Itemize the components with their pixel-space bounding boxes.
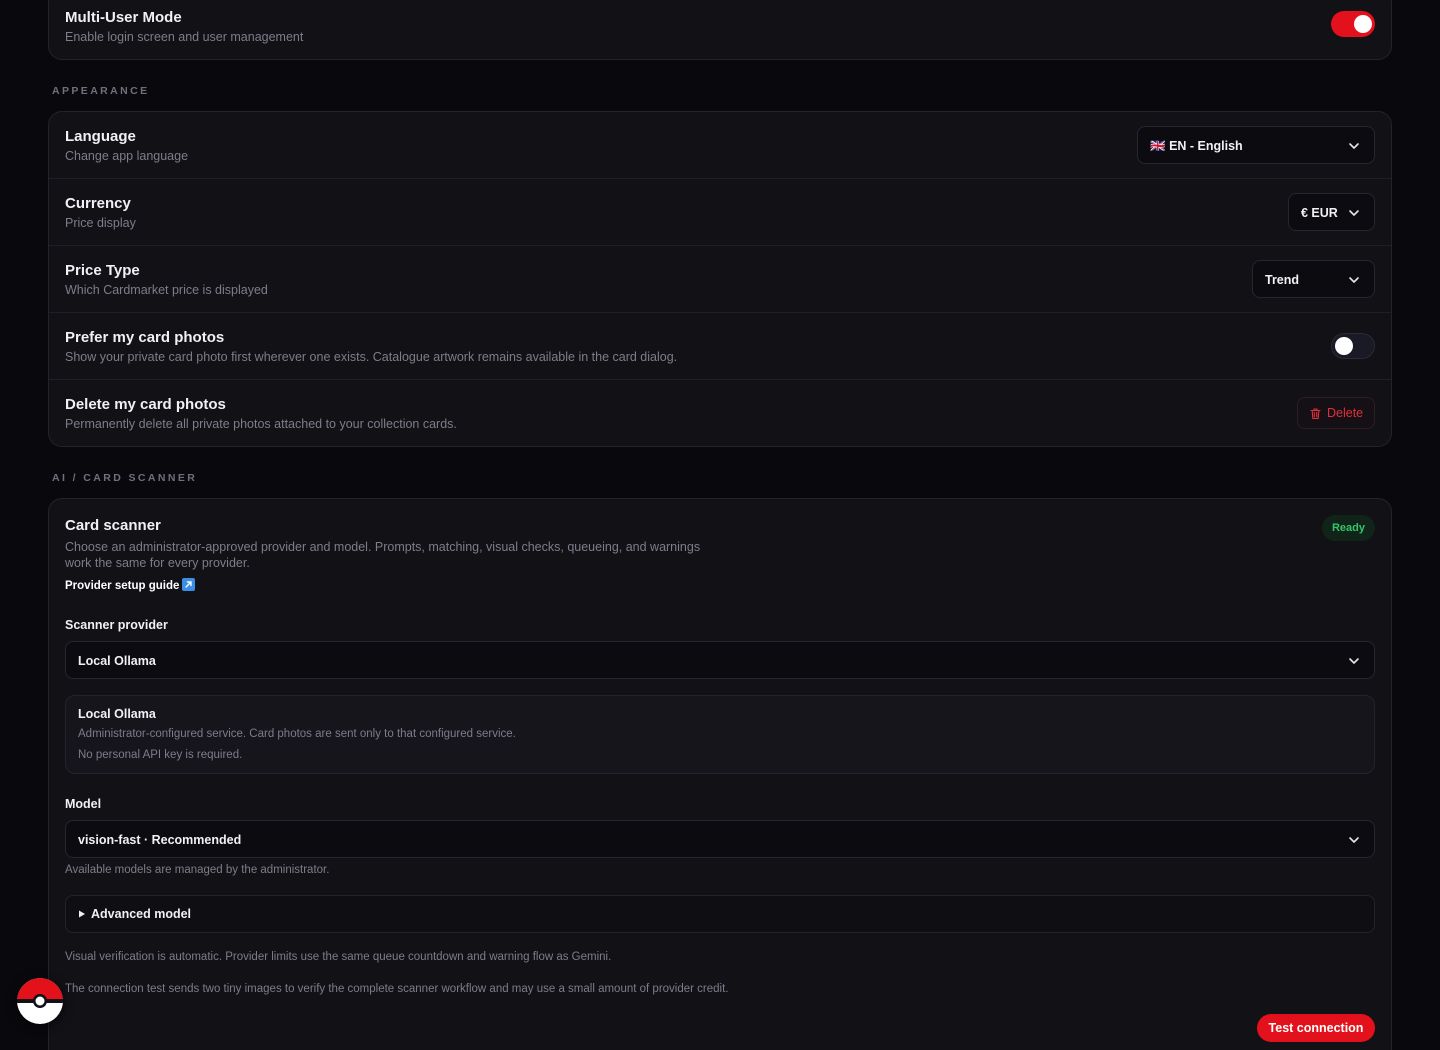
price-type-row: Price Type Which Cardmarket price is dis… (49, 246, 1391, 313)
delete-photos-subtitle: Permanently delete all private photos at… (65, 417, 457, 431)
prefer-photos-row: Prefer my card photos Show your private … (49, 313, 1391, 380)
currency-subtitle: Price display (65, 216, 136, 230)
model-hint: Available models are managed by the admi… (65, 864, 330, 876)
prefer-photos-subtitle: Show your private card photo first where… (65, 350, 678, 364)
language-select[interactable]: 🇬🇧 EN - English (1137, 126, 1375, 164)
pokeball-icon (17, 978, 63, 1024)
pokeball-fab-button[interactable] (17, 978, 63, 1024)
multi-user-toggle[interactable] (1331, 11, 1375, 37)
provider-setup-guide-link[interactable]: Provider setup guide (65, 578, 196, 592)
provider-info-title: Local Ollama (78, 707, 156, 721)
price-type-value: Trend (1265, 273, 1300, 287)
appearance-section-label: APPEARANCE (52, 85, 150, 97)
prefer-photos-title: Prefer my card photos (65, 329, 225, 346)
language-row: Language Change app language 🇬🇧 EN - Eng… (49, 112, 1391, 179)
multi-user-subtitle: Enable login screen and user management (65, 30, 304, 44)
uk-flag-icon: 🇬🇧 (1150, 139, 1166, 153)
multi-user-title: Multi-User Mode (65, 9, 182, 26)
setup-guide-label: Provider setup guide (65, 580, 180, 592)
chevron-down-icon (1349, 658, 1359, 664)
toggle-knob (1354, 15, 1372, 33)
trash-icon (1310, 408, 1321, 420)
provider-value: Local Ollama (78, 654, 156, 668)
chevron-down-icon (1349, 277, 1359, 283)
delete-button-label: Delete (1327, 406, 1364, 420)
scanner-section-label: AI / CARD SCANNER (52, 472, 198, 484)
status-badge: Ready (1321, 515, 1375, 541)
multi-user-row: Multi-User Mode Enable login screen and … (49, 0, 1391, 61)
scanner-description-1: Choose an administrator-approved provide… (65, 540, 701, 554)
toggle-knob (1335, 337, 1353, 355)
language-title: Language (65, 128, 136, 145)
test-connection-button[interactable]: Test connection (1257, 1014, 1375, 1042)
provider-info-line2: No personal API key is required. (78, 749, 243, 761)
scanner-provider-select[interactable]: Local Ollama (65, 641, 1375, 679)
language-value: 🇬🇧 EN - English (1150, 139, 1243, 154)
provider-info-line1: Administrator-configured service. Card p… (78, 728, 516, 740)
price-type-select[interactable]: Trend (1252, 260, 1375, 298)
model-label: Model (65, 797, 102, 811)
currency-select[interactable]: € EUR (1288, 193, 1375, 231)
delete-photos-title: Delete my card photos (65, 396, 226, 413)
chevron-down-icon (1349, 143, 1359, 149)
external-link-icon (182, 578, 196, 591)
delete-photos-button[interactable]: Delete (1297, 397, 1375, 429)
delete-photos-row: Delete my card photos Permanently delete… (49, 380, 1391, 447)
scanner-title: Card scanner (65, 517, 161, 534)
advanced-model-label: Advanced model (91, 907, 192, 921)
verification-note: Visual verification is automatic. Provid… (65, 951, 612, 963)
prefer-photos-toggle[interactable] (1331, 333, 1375, 359)
multi-user-card: Multi-User Mode Enable login screen and … (48, 0, 1392, 60)
triangle-right-icon (79, 910, 85, 918)
provider-info-box: Local Ollama Administrator-configured se… (65, 695, 1375, 774)
scanner-provider-label: Scanner provider (65, 618, 168, 632)
scanner-description-2: work the same for every provider. (65, 556, 250, 570)
currency-title: Currency (65, 195, 131, 212)
language-value-text: EN - English (1169, 139, 1243, 153)
currency-row: Currency Price display € EUR (49, 179, 1391, 246)
chevron-down-icon (1349, 837, 1359, 843)
price-type-title: Price Type (65, 262, 140, 279)
advanced-model-toggle[interactable]: Advanced model (65, 895, 1375, 933)
appearance-card: Language Change app language 🇬🇧 EN - Eng… (48, 111, 1392, 447)
scanner-card: Card scanner Ready Choose an administrat… (48, 498, 1392, 1050)
model-value: vision-fast · Recommended (78, 833, 242, 847)
chevron-down-icon (1349, 210, 1359, 216)
price-type-subtitle: Which Cardmarket price is displayed (65, 283, 268, 297)
connection-note: The connection test sends two tiny image… (65, 983, 729, 995)
currency-value: € EUR (1301, 206, 1338, 220)
language-subtitle: Change app language (65, 149, 189, 163)
model-select[interactable]: vision-fast · Recommended (65, 820, 1375, 858)
